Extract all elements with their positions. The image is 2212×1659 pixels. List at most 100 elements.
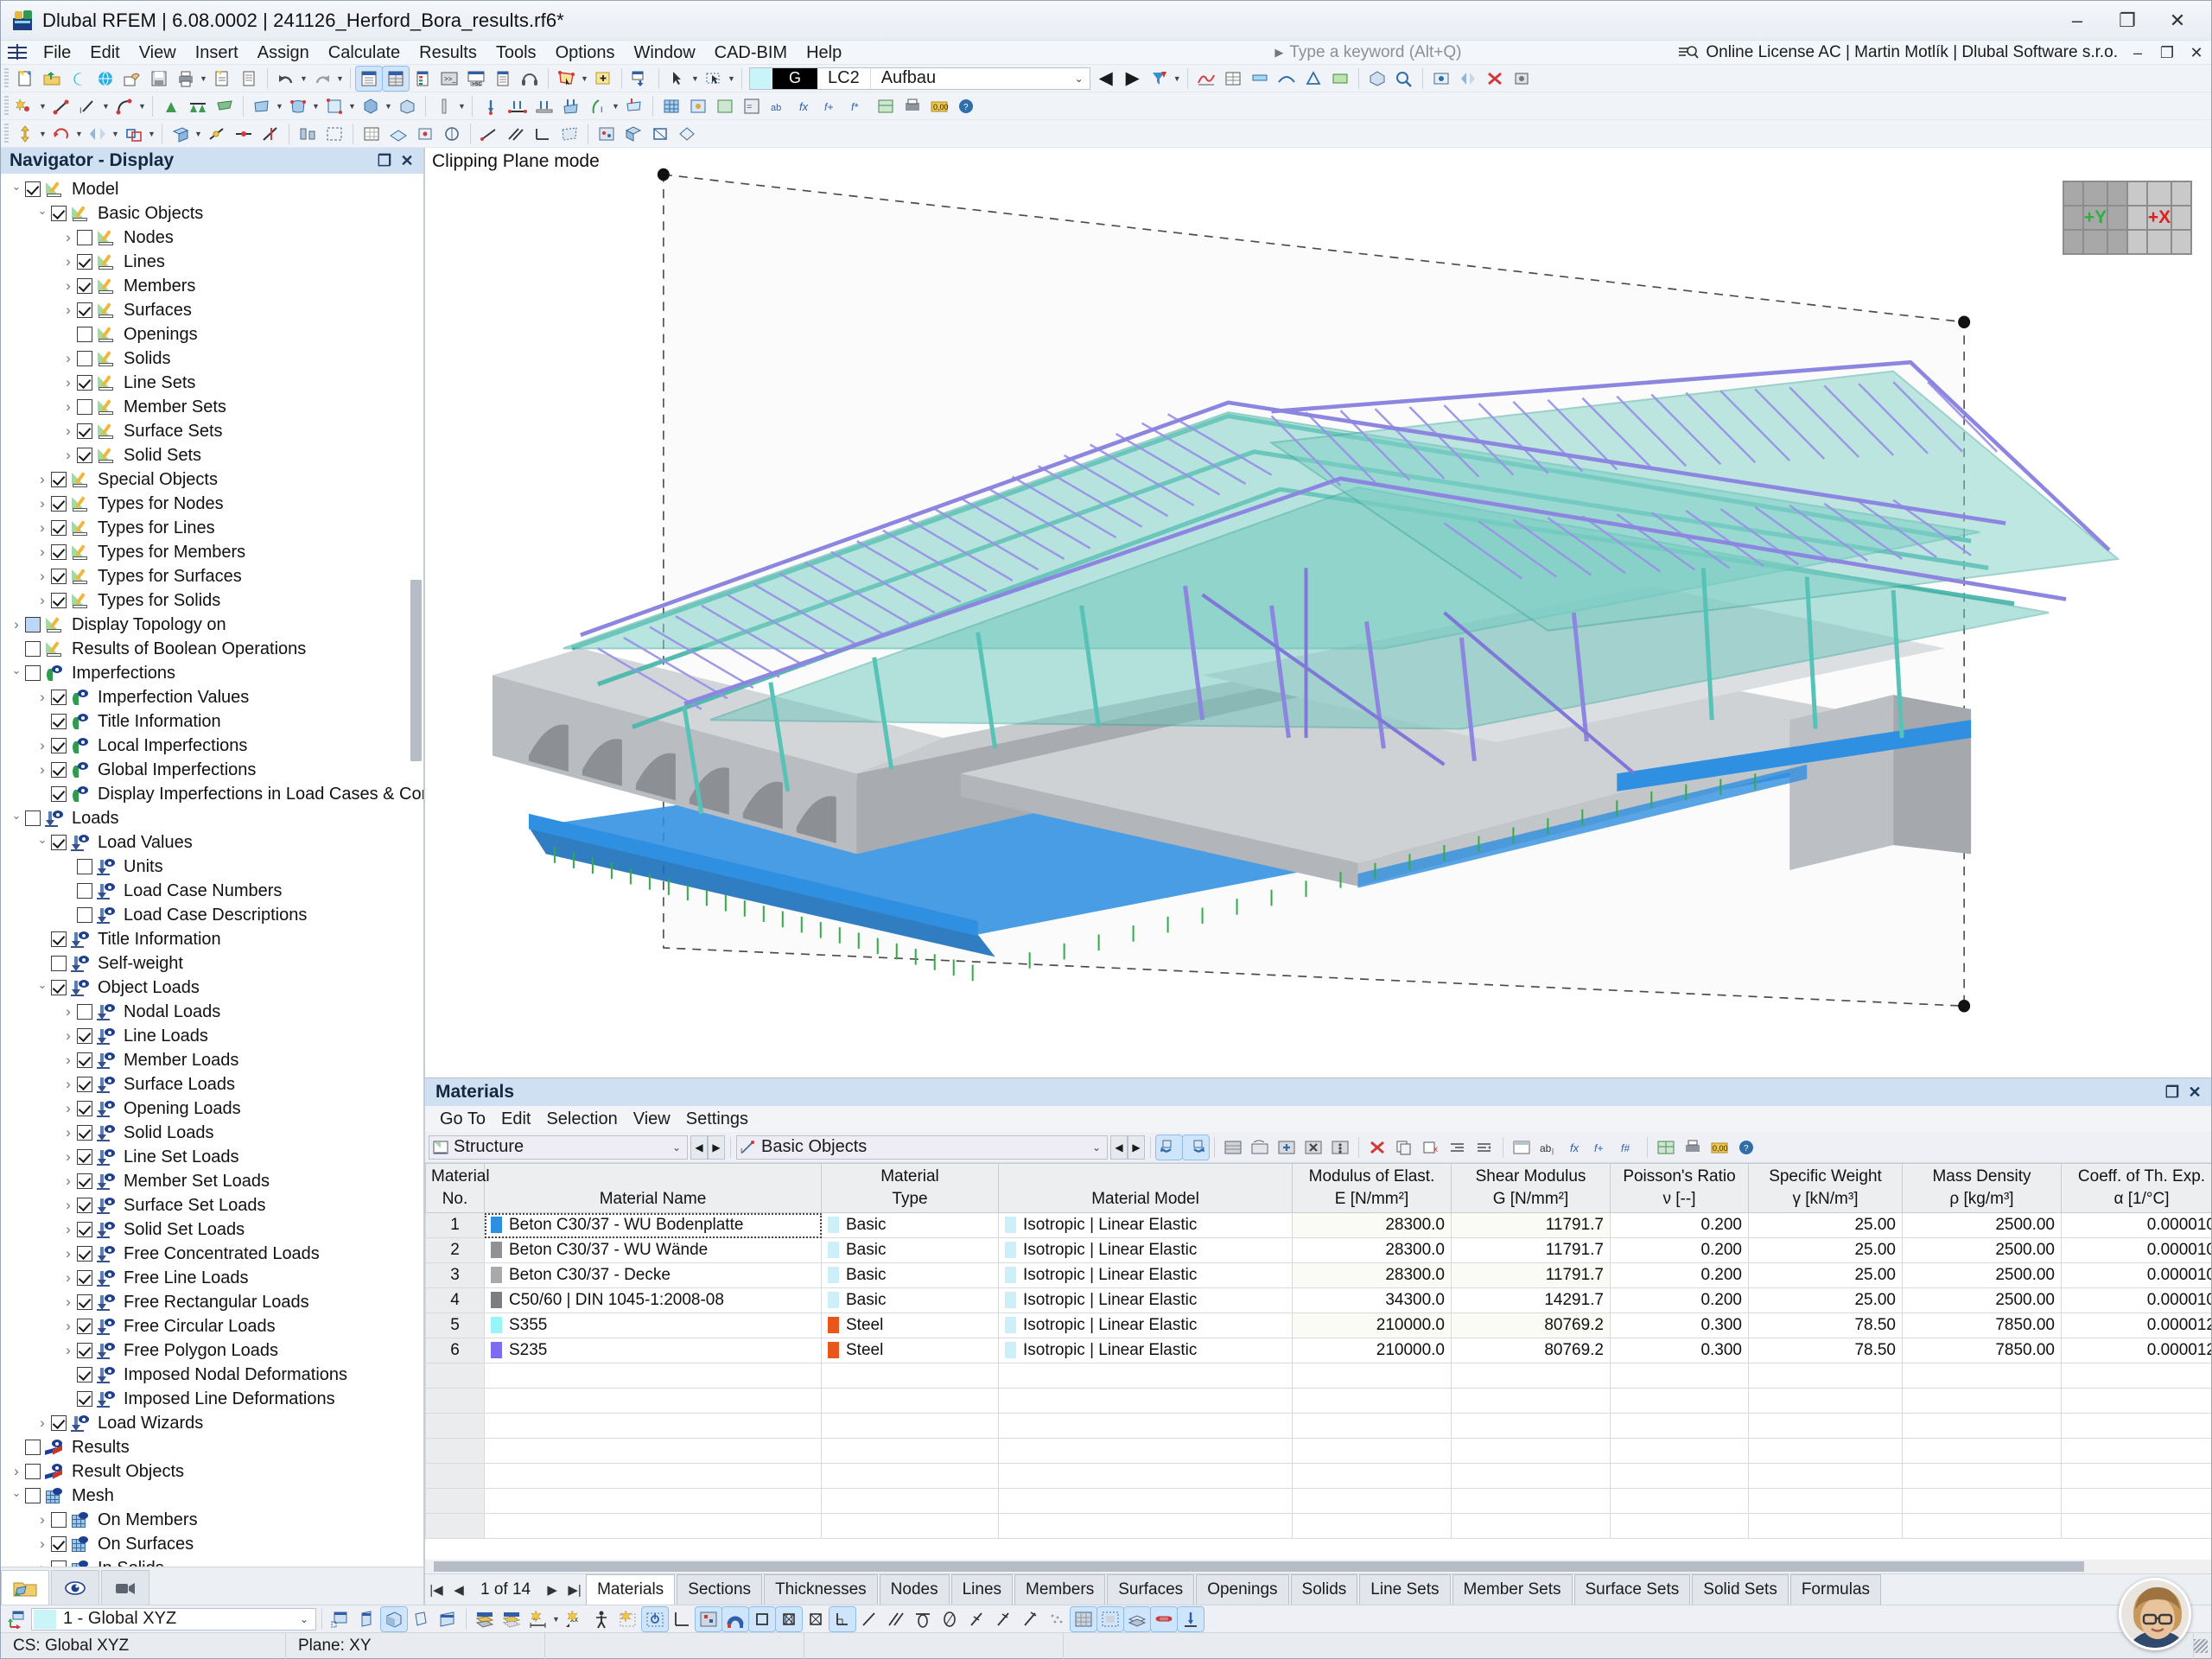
rename-icon[interactable]: ab |	[1535, 1135, 1561, 1160]
moment-diagram-icon[interactable]	[1247, 67, 1273, 91]
cell-shear-modulus[interactable]: 14291.7	[1451, 1287, 1611, 1313]
new-line-load-icon[interactable]	[505, 94, 531, 118]
new-imperfection-icon[interactable]: I	[585, 94, 611, 118]
chevron-down-icon[interactable]: ⌄	[1069, 73, 1090, 85]
navigator-tree-item[interactable]: Load Wizards	[1, 1411, 423, 1435]
formula-add-icon[interactable]: f+	[819, 94, 845, 118]
new-solid-dropdown-icon[interactable]: ▼	[384, 102, 393, 111]
navigator-tree-item[interactable]: Surface Set Loads	[1, 1193, 423, 1217]
cloud-connect-icon[interactable]	[66, 67, 92, 91]
cell-poisson-ratio[interactable]: 0.200	[1610, 1262, 1749, 1288]
cell-shear-modulus[interactable]: 11791.7	[1451, 1212, 1611, 1238]
new-arc-dropdown-icon[interactable]: ▼	[137, 102, 147, 111]
doc-minimize-button[interactable]: –	[2123, 44, 2152, 62]
redo-table-icon[interactable]	[1182, 1134, 1210, 1160]
new-free-load-icon[interactable]	[621, 94, 647, 118]
load-case-next-icon[interactable]: ▶	[1120, 67, 1146, 91]
work-plane-icon[interactable]	[385, 122, 411, 146]
cell-empty[interactable]	[1610, 1388, 1749, 1414]
new-surface-support-icon[interactable]	[212, 94, 238, 118]
cell-material-model[interactable]: Isotropic | Linear Elastic	[998, 1313, 1293, 1338]
cell-thermal-expansion[interactable]: 0.000010	[2061, 1262, 2211, 1288]
cell-material-model[interactable]: Isotropic | Linear Elastic	[998, 1287, 1293, 1313]
cell-material-model[interactable]: Isotropic | Linear Elastic	[998, 1338, 1293, 1363]
navigator-item-checkbox[interactable]	[77, 230, 92, 245]
cell-empty[interactable]	[425, 1413, 485, 1439]
table-tab-materials[interactable]: Materials	[586, 1574, 676, 1605]
materials-table-row[interactable]: 5 S355 Steel Isotropic | Linear Elastic 2100…	[425, 1313, 2211, 1338]
new-report-icon[interactable]	[209, 67, 235, 91]
navigator-tree-item[interactable]: Imposed Line Deformations	[1, 1387, 423, 1411]
cell-material-name[interactable]: Beton C30/37 - Decke	[484, 1262, 822, 1288]
new-surface-dropdown-icon[interactable]: ▼	[275, 102, 284, 111]
chevron-right-icon[interactable]	[60, 1197, 77, 1214]
navigator-tree-item[interactable]: Load Case Numbers	[1, 879, 423, 903]
navigator-item-checkbox[interactable]	[77, 1198, 92, 1213]
navigator-tree-item[interactable]: Imperfections	[1, 661, 423, 685]
cell-empty[interactable]	[484, 1488, 822, 1514]
materials-column-header[interactable]: Material No.	[425, 1163, 490, 1213]
cell-empty[interactable]	[425, 1363, 485, 1389]
cell-empty[interactable]	[484, 1413, 822, 1439]
navigator-tree-item[interactable]: Self-weight	[1, 951, 423, 976]
cell-empty[interactable]	[2061, 1513, 2211, 1539]
support-agent-avatar[interactable]	[2119, 1578, 2191, 1650]
navigator-item-checkbox[interactable]	[77, 302, 92, 318]
cell-empty[interactable]	[1292, 1413, 1452, 1439]
navigator-item-checkbox[interactable]	[77, 1125, 92, 1141]
new-dimension-dropdown-icon[interactable]: ▼	[101, 102, 111, 111]
navigator-scrollbar-thumb[interactable]	[410, 580, 422, 761]
cell-thermal-expansion[interactable]: 0.000010	[2061, 1237, 2211, 1263]
table-tab-nodes[interactable]: Nodes	[879, 1574, 950, 1605]
objects-filter-next[interactable]: ▶	[1128, 1135, 1145, 1160]
coordinate-system-icon[interactable]	[4, 1607, 30, 1631]
doc-close-button[interactable]: ✕	[2182, 44, 2211, 62]
chevron-right-icon[interactable]	[60, 398, 77, 416]
cell-empty[interactable]	[998, 1513, 1293, 1539]
deformation-icon[interactable]	[1274, 67, 1300, 91]
tab-views-navigator[interactable]	[101, 1570, 149, 1605]
toolbar-grip[interactable]	[4, 67, 9, 89]
new-node-dropdown-icon[interactable]: ▼	[38, 102, 48, 111]
view-side-icon[interactable]	[354, 1607, 380, 1631]
cell-material-name[interactable]: Beton C30/37 - WU Bodenplatte	[484, 1212, 822, 1238]
navigator-item-checkbox[interactable]	[25, 1440, 41, 1455]
isometric-view-icon[interactable]	[1364, 67, 1390, 91]
snap-center-icon[interactable]	[775, 1605, 803, 1632]
print-icon[interactable]	[173, 67, 199, 91]
chevron-right-icon[interactable]	[60, 447, 77, 464]
cell-shear-modulus[interactable]: 80769.2	[1451, 1313, 1611, 1338]
chevron-down-icon[interactable]	[34, 836, 51, 849]
navigator-item-checkbox[interactable]	[51, 1536, 67, 1552]
move-copy-dropdown-icon[interactable]: ▼	[38, 130, 48, 138]
chevron-right-icon[interactable]	[60, 1173, 77, 1190]
group-icon[interactable]	[321, 122, 347, 146]
navigator-item-checkbox[interactable]	[51, 1512, 67, 1528]
snap-tangent-icon[interactable]	[910, 1607, 936, 1631]
cell-empty[interactable]	[1610, 1488, 1749, 1514]
chevron-down-icon[interactable]: ⌄	[293, 1613, 315, 1625]
function-add-icon[interactable]: f+	[1589, 1135, 1615, 1160]
cell-empty[interactable]	[1902, 1513, 2062, 1539]
objects-filter-select[interactable]: I Basic Objects ⌄	[736, 1135, 1108, 1160]
navigator-item-checkbox[interactable]	[51, 496, 67, 512]
materials-table-row[interactable]: 6 S235 Steel Isotropic | Linear Elastic 2100…	[425, 1338, 2211, 1363]
results-values-icon[interactable]: ab	[766, 94, 791, 118]
display-props-icon[interactable]	[594, 122, 620, 146]
cell-empty[interactable]	[425, 1438, 485, 1464]
navigator-item-checkbox[interactable]	[77, 448, 92, 463]
undo-dropdown-icon[interactable]: ▼	[299, 74, 308, 83]
decimals-icon[interactable]: 0,00	[1707, 1135, 1732, 1160]
cell-specific-weight[interactable]: 78.50	[1748, 1313, 1903, 1338]
window-resize-grip[interactable]	[2194, 1638, 2208, 1653]
materials-table-empty-row[interactable]	[425, 1463, 2211, 1489]
navigator-tree-item[interactable]: Mesh	[1, 1484, 423, 1508]
chevron-down-icon[interactable]	[8, 666, 25, 680]
new-member-dropdown-icon[interactable]: ▼	[457, 102, 467, 111]
navigator-tree-item[interactable]: Member Set Loads	[1, 1169, 423, 1193]
wire-mode-icon[interactable]	[647, 122, 673, 146]
cell-modulus-elasticity[interactable]: 28300.0	[1292, 1262, 1452, 1288]
cell-material-no[interactable]: 6	[425, 1338, 485, 1363]
objects-filter-prev[interactable]: ◀	[1110, 1135, 1128, 1160]
navigator-tree-item[interactable]: Solid Sets	[1, 443, 423, 467]
